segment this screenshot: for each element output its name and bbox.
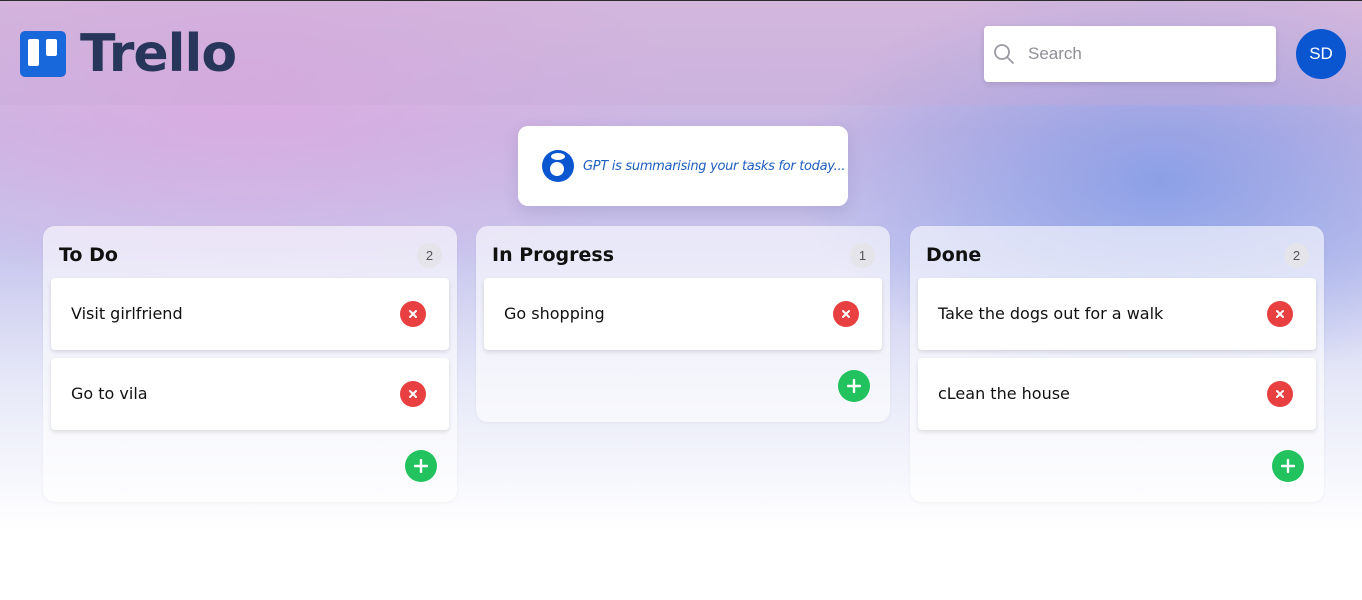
gpt-summary-banner: GPT is summarising your tasks for today.… xyxy=(518,126,848,206)
add-task-button[interactable] xyxy=(838,370,870,402)
delete-task-button[interactable] xyxy=(1267,301,1293,327)
column-count-badge: 2 xyxy=(417,243,442,268)
column-title: Done xyxy=(926,244,982,266)
delete-task-button[interactable] xyxy=(400,381,426,407)
column-done: Done 2 Take the dogs out for a walk cLea… xyxy=(910,226,1324,502)
search-box[interactable] xyxy=(984,26,1276,82)
top-bar: Trello SD xyxy=(0,1,1362,105)
add-task-button[interactable] xyxy=(405,450,437,482)
task-card-text: Visit girlfriend xyxy=(71,304,183,323)
task-card-text: Go shopping xyxy=(504,304,605,323)
delete-task-button[interactable] xyxy=(400,301,426,327)
column-title: In Progress xyxy=(492,244,615,266)
task-card-text: Go to vila xyxy=(71,384,148,403)
plus-icon xyxy=(847,379,861,393)
column-in-progress: In Progress 1 Go shopping xyxy=(476,226,890,422)
x-icon xyxy=(409,390,417,398)
avatar[interactable]: SD xyxy=(1296,29,1346,79)
column-header: To Do 2 xyxy=(43,226,457,278)
x-icon xyxy=(842,310,850,318)
x-icon xyxy=(1276,390,1284,398)
plus-icon xyxy=(414,459,428,473)
delete-task-button[interactable] xyxy=(833,301,859,327)
x-icon xyxy=(409,310,417,318)
column-count-badge: 1 xyxy=(850,243,875,268)
logo-text: Trello xyxy=(80,24,237,84)
delete-task-button[interactable] xyxy=(1267,381,1293,407)
column-header: In Progress 1 xyxy=(476,226,890,278)
trello-logo-icon xyxy=(20,31,66,77)
x-icon xyxy=(1276,310,1284,318)
column-count-badge: 2 xyxy=(1284,243,1309,268)
column-header: Done 2 xyxy=(910,226,1324,278)
column-to-do: To Do 2 Visit girlfriend Go to vila xyxy=(43,226,457,502)
task-card[interactable]: Visit girlfriend xyxy=(51,278,449,350)
task-card-text: cLean the house xyxy=(938,384,1070,403)
column-title: To Do xyxy=(59,244,118,266)
search-input[interactable] xyxy=(1028,26,1258,82)
add-task-button[interactable] xyxy=(1272,450,1304,482)
task-card-text: Take the dogs out for a walk xyxy=(938,304,1164,323)
task-card[interactable]: Go to vila xyxy=(51,358,449,430)
plus-icon xyxy=(1281,459,1295,473)
gpt-logo-icon xyxy=(542,150,574,182)
task-card[interactable]: cLean the house xyxy=(918,358,1316,430)
gpt-summary-text: GPT is summarising your tasks for today.… xyxy=(583,158,846,174)
search-icon xyxy=(994,44,1014,64)
trello-logo[interactable]: Trello xyxy=(20,24,237,84)
task-card[interactable]: Take the dogs out for a walk xyxy=(918,278,1316,350)
task-card[interactable]: Go shopping xyxy=(484,278,882,350)
